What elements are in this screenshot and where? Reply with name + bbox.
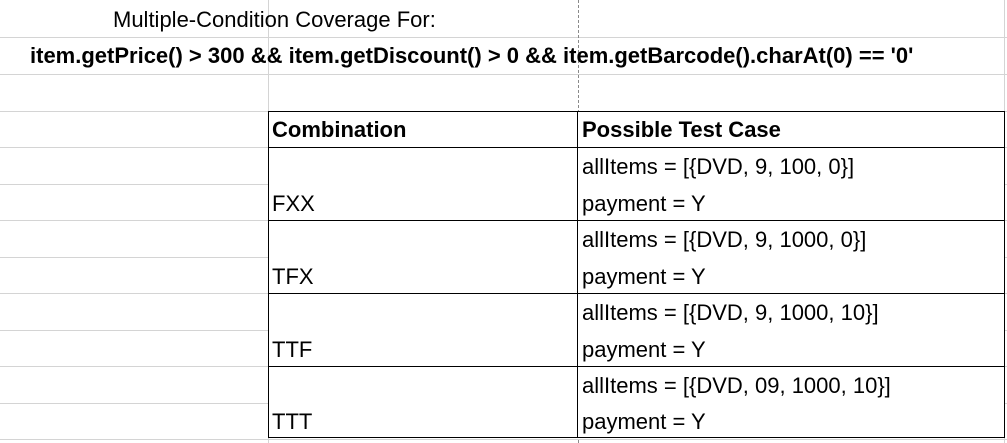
coverage-table: Combination Possible Test Case allItems … — [268, 111, 1005, 438]
combination-cell[interactable]: TTF — [272, 339, 312, 361]
table-border — [1004, 111, 1005, 438]
combination-cell[interactable]: TFX — [272, 266, 314, 288]
row-gridline — [0, 74, 1007, 75]
table-border — [268, 111, 269, 438]
table-border — [268, 366, 1005, 367]
table-border — [268, 220, 1005, 221]
all-items-cell[interactable]: allItems = [{DVD, 9, 1000, 10}] — [582, 302, 879, 324]
table-border — [577, 111, 578, 438]
combination-header[interactable]: Combination — [272, 119, 406, 141]
table-border — [268, 111, 1005, 112]
condition-expression: item.getPrice() > 300 && item.getDiscoun… — [30, 43, 914, 68]
table-border — [268, 437, 1005, 438]
all-items-cell[interactable]: allItems = [{DVD, 9, 100, 0}] — [582, 156, 854, 178]
payment-cell[interactable]: payment = Y — [582, 266, 706, 288]
combination-cell[interactable]: TTT — [272, 411, 312, 433]
coverage-title: Multiple-Condition Coverage For: — [113, 7, 436, 32]
test-case-header[interactable]: Possible Test Case — [582, 119, 781, 141]
table-border — [268, 293, 1005, 294]
payment-cell[interactable]: payment = Y — [582, 339, 706, 361]
payment-cell[interactable]: payment = Y — [582, 411, 706, 433]
table-border — [268, 147, 1005, 148]
combination-cell[interactable]: FXX — [272, 193, 315, 215]
all-items-cell[interactable]: allItems = [{DVD, 09, 1000, 10}] — [582, 375, 891, 397]
row-gridline — [0, 37, 1007, 38]
row-gridline — [0, 439, 1007, 440]
payment-cell[interactable]: payment = Y — [582, 193, 706, 215]
all-items-cell[interactable]: allItems = [{DVD, 9, 1000, 0}] — [582, 229, 866, 251]
